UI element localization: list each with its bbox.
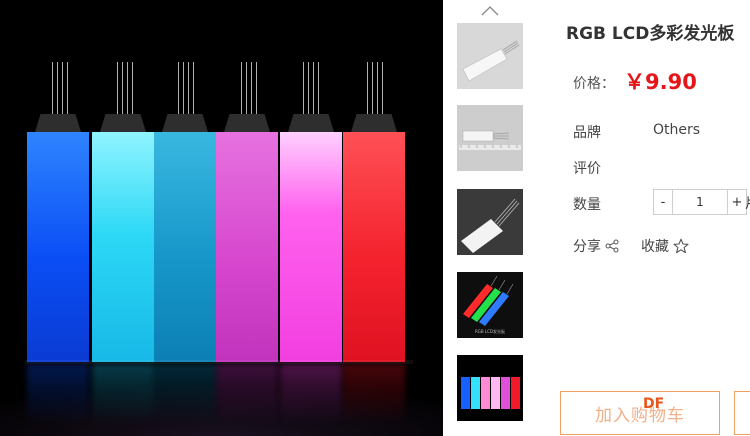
brand-value: Others <box>653 122 701 138</box>
thumbnail-white-panel-image <box>457 23 523 89</box>
led-panel-pink <box>216 114 278 362</box>
led-panel-aqua <box>92 114 154 362</box>
wire <box>367 62 368 114</box>
wire <box>62 62 63 114</box>
led-panel-teal <box>154 114 216 362</box>
quantity-stepper: - 1 + <box>653 189 747 215</box>
favorite-button[interactable]: 收藏 <box>641 236 689 256</box>
thumbnail-white-panel[interactable] <box>457 23 523 89</box>
reflection-red <box>343 364 405 424</box>
wire <box>251 62 252 114</box>
product-title: RGB LCD多彩发光板 <box>566 24 735 44</box>
quantity-label: 数量 <box>573 197 601 213</box>
reflection-blue <box>27 364 89 424</box>
wire <box>122 62 123 114</box>
thumbnail-colorful-panels-image <box>457 355 523 421</box>
wire <box>318 62 319 114</box>
price-value: ￥9.90 <box>624 70 697 94</box>
wire <box>188 62 189 114</box>
quantity-decrement-button[interactable]: - <box>653 189 673 215</box>
favorite-label: 收藏 <box>641 239 669 255</box>
wire <box>183 62 184 114</box>
chevron-up-icon[interactable] <box>481 4 499 16</box>
star-icon <box>673 238 689 254</box>
wire <box>246 62 247 114</box>
wire <box>382 62 383 114</box>
led-panel-blue <box>27 114 89 362</box>
thumbnail-colorful-panels[interactable] <box>457 355 523 421</box>
wire <box>377 62 378 114</box>
buy-now-button[interactable] <box>734 391 750 435</box>
wire <box>178 62 179 114</box>
wire <box>127 62 128 114</box>
share-button[interactable]: 分享 <box>573 236 619 256</box>
thumbnail-rgb-panels[interactable]: RGB LCD发光板 <box>457 272 523 338</box>
add-to-cart-overlay-text: DF <box>643 396 665 412</box>
quantity-increment-button[interactable]: + <box>727 189 747 215</box>
share-icon <box>605 239 619 253</box>
thumbnail-caption: RGB LCD发光板 <box>475 329 505 334</box>
wire <box>52 62 53 114</box>
quantity-input[interactable]: 1 <box>673 189 727 215</box>
wire <box>308 62 309 114</box>
led-panel-magenta <box>280 114 342 362</box>
led-panel-red <box>343 114 405 362</box>
reflection-magenta <box>280 364 342 424</box>
add-to-cart-button[interactable]: 加入购物车 DF <box>560 391 720 435</box>
wire <box>303 62 304 114</box>
wire <box>132 62 133 114</box>
wire <box>117 62 118 114</box>
price-label: 价格： <box>573 76 615 92</box>
wire <box>372 62 373 114</box>
wire <box>256 62 257 114</box>
wire <box>241 62 242 114</box>
reflection-aqua <box>92 364 154 424</box>
thumbnail-panel-ruler[interactable] <box>457 105 523 171</box>
quantity-unit: 片 <box>745 193 750 211</box>
reflection-pink <box>216 364 278 424</box>
reflection-teal <box>154 364 216 424</box>
wire <box>57 62 58 114</box>
rating-label: 评价 <box>573 161 601 177</box>
add-to-cart-label: 加入购物车 <box>595 405 685 426</box>
brand-label: 品牌 <box>573 125 601 141</box>
thumbnail-panel-angled-image <box>457 189 523 255</box>
thumbnail-panel-ruler-image <box>457 105 523 171</box>
wire <box>193 62 194 114</box>
share-label: 分享 <box>573 239 601 255</box>
wire <box>67 62 68 114</box>
main-product-image <box>0 0 443 436</box>
wire <box>313 62 314 114</box>
thumbnail-panel-angled[interactable] <box>457 189 523 255</box>
